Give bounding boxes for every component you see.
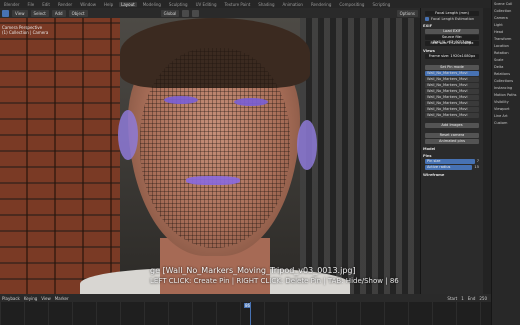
add-images-button[interactable]: Add Images bbox=[425, 123, 479, 128]
tab-rendering[interactable]: Rendering bbox=[309, 2, 333, 7]
outliner-item[interactable]: Transform bbox=[494, 37, 518, 41]
exif-section-header[interactable]: EXIF bbox=[423, 24, 481, 28]
outliner-item[interactable]: Relations bbox=[494, 72, 518, 76]
view-item[interactable]: Wall_No_Markers_Movi bbox=[425, 83, 479, 88]
view-item[interactable]: Wall_No_Markers_Movi bbox=[425, 77, 479, 82]
tab-sculpting[interactable]: Sculpting bbox=[167, 2, 190, 7]
object-menu[interactable]: Object bbox=[68, 9, 88, 17]
outliner-item[interactable]: Collection bbox=[494, 9, 518, 13]
proportional-icon[interactable] bbox=[192, 9, 200, 17]
viewport-header: View Select Add Object Global Options bbox=[0, 8, 420, 18]
menu-blender[interactable]: Blender bbox=[2, 2, 22, 7]
outliner-panel: Scene Coll Collection Camera Light Head … bbox=[491, 0, 520, 325]
timeline-header: Playback Keying View Marker Start 1 End … bbox=[0, 294, 491, 302]
add-menu[interactable]: Add bbox=[51, 9, 66, 17]
tab-layout[interactable]: Layout bbox=[119, 1, 137, 7]
active-radius-slider[interactable]: Active radius bbox=[425, 165, 473, 170]
focal-estimation-checkbox[interactable] bbox=[425, 17, 429, 21]
animated-pins-button[interactable]: Animated pins bbox=[425, 139, 479, 144]
outliner-item[interactable]: Visibility bbox=[494, 100, 518, 104]
reset-camera-button[interactable]: Reset camera bbox=[425, 133, 479, 138]
view-item[interactable]: Wall_No_Markers_Movi bbox=[425, 113, 479, 118]
playback-menu[interactable]: Playback bbox=[2, 296, 20, 301]
view-item[interactable]: Wall_No_Markers_Movi bbox=[425, 95, 479, 100]
pin-hint-label: LEFT CLICK: Create Pin | RIGHT CLICK: De… bbox=[150, 277, 399, 285]
outliner-item[interactable]: Light bbox=[494, 23, 518, 27]
view-item[interactable]: Wall_No_Markers_Movi bbox=[425, 89, 479, 94]
tab-animation[interactable]: Animation bbox=[281, 2, 305, 7]
load-exif-button[interactable]: Load EXIF bbox=[425, 29, 479, 34]
outliner-item[interactable]: Delta bbox=[494, 65, 518, 69]
view-item[interactable]: Wall_No_Markers_Movi bbox=[425, 101, 479, 106]
pin-size-slider[interactable]: Pin size bbox=[425, 159, 475, 164]
views-section-header[interactable]: Views bbox=[423, 49, 481, 53]
image-name-label: ge [Wall_No_Markers_Moving_Tripod_v03_00… bbox=[150, 266, 356, 275]
start-label: Start bbox=[447, 295, 458, 301]
end-frame-field[interactable]: 250 bbox=[479, 296, 487, 301]
focal-estimation-label: Focal Length Estimation bbox=[431, 17, 475, 21]
outliner-item[interactable]: Custom bbox=[494, 121, 518, 125]
outliner-item[interactable]: Location bbox=[494, 44, 518, 48]
outliner-item[interactable]: Instancing bbox=[494, 86, 518, 90]
tab-shading[interactable]: Shading bbox=[256, 2, 276, 7]
options-dropdown[interactable]: Options bbox=[396, 9, 418, 17]
active-radius-row[interactable]: Active radius 15 bbox=[425, 165, 479, 170]
select-menu[interactable]: Select bbox=[30, 9, 49, 17]
view-item[interactable]: Wall_No_Markers_Movi bbox=[425, 71, 479, 76]
pin-size-value: 7 bbox=[476, 159, 479, 163]
marker-menu[interactable]: Marker bbox=[55, 296, 69, 301]
viewport-info: Camera Perspective (1) Collection | Came… bbox=[2, 25, 48, 35]
outliner-item[interactable]: Line Art bbox=[494, 114, 518, 118]
snap-icon[interactable] bbox=[182, 9, 190, 17]
view-menu[interactable]: View bbox=[12, 9, 28, 17]
set-pin-mode-button[interactable]: Set Pin mode bbox=[425, 65, 479, 70]
menu-window[interactable]: Window bbox=[78, 2, 98, 7]
view-item[interactable]: Wall_No_Markers_Movi bbox=[425, 107, 479, 112]
end-label: End bbox=[467, 295, 476, 301]
outliner-item[interactable]: Scene Coll bbox=[494, 2, 518, 6]
menu-edit[interactable]: Edit bbox=[40, 2, 52, 7]
outliner-item[interactable]: Viewport bbox=[494, 107, 518, 111]
model-section-header[interactable]: Model bbox=[423, 147, 481, 151]
view-menu-timeline[interactable]: View bbox=[41, 296, 51, 301]
tab-scripting[interactable]: Scripting bbox=[370, 2, 392, 7]
outliner-item[interactable]: Head bbox=[494, 30, 518, 34]
sidebar-panel: Focal Length (mm) Focal Length Estimatio… bbox=[420, 8, 483, 294]
menu-file[interactable]: File bbox=[26, 2, 37, 7]
focal-length-field[interactable]: Focal Length (mm) bbox=[425, 11, 479, 16]
editor-type-icon[interactable] bbox=[2, 9, 9, 17]
collection-info-line: (1) Collection | Camera bbox=[2, 30, 49, 35]
tab-compositing[interactable]: Compositing bbox=[337, 2, 366, 7]
outliner-item[interactable]: Scale bbox=[494, 58, 518, 62]
top-menu-bar: Blender File Edit Render Window Help Lay… bbox=[0, 0, 520, 8]
orientation-dropdown[interactable]: Global bbox=[160, 9, 180, 17]
tab-texture-paint[interactable]: Texture Paint bbox=[222, 2, 252, 7]
tab-modeling[interactable]: Modeling bbox=[141, 2, 163, 7]
frame-size-text: Frame size: 1920x1080px bbox=[425, 54, 479, 59]
source-file-text: Source file: Wall_N_v03_0013.jpg bbox=[425, 35, 479, 44]
wireframe-section-header[interactable]: Wireframe bbox=[423, 173, 481, 177]
pins-section-header[interactable]: Pins bbox=[423, 154, 481, 158]
outliner-item[interactable]: Collections bbox=[494, 79, 518, 83]
current-frame-indicator[interactable]: 86 bbox=[244, 303, 252, 308]
pin-size-row[interactable]: Pin size 7 bbox=[425, 159, 479, 164]
keying-menu[interactable]: Keying bbox=[24, 296, 37, 301]
active-radius-value: 15 bbox=[474, 165, 479, 169]
real-size-text: Real size: 1920x1080px bbox=[425, 41, 479, 46]
menu-render[interactable]: Render bbox=[56, 2, 74, 7]
focal-estimation-row[interactable]: Focal Length Estimation bbox=[425, 17, 479, 21]
sidebar-tabs[interactable] bbox=[483, 8, 491, 294]
menu-help[interactable]: Help bbox=[102, 2, 115, 7]
tab-uv-editing[interactable]: UV Editing bbox=[194, 2, 219, 7]
outliner-item[interactable]: Rotation bbox=[494, 51, 518, 55]
start-frame-field[interactable]: 1 bbox=[461, 296, 464, 301]
outliner-item[interactable]: Camera bbox=[494, 16, 518, 20]
outliner-item[interactable]: Motion Paths bbox=[494, 93, 518, 97]
viewport-overlay: Camera Perspective (1) Collection | Came… bbox=[0, 18, 420, 294]
